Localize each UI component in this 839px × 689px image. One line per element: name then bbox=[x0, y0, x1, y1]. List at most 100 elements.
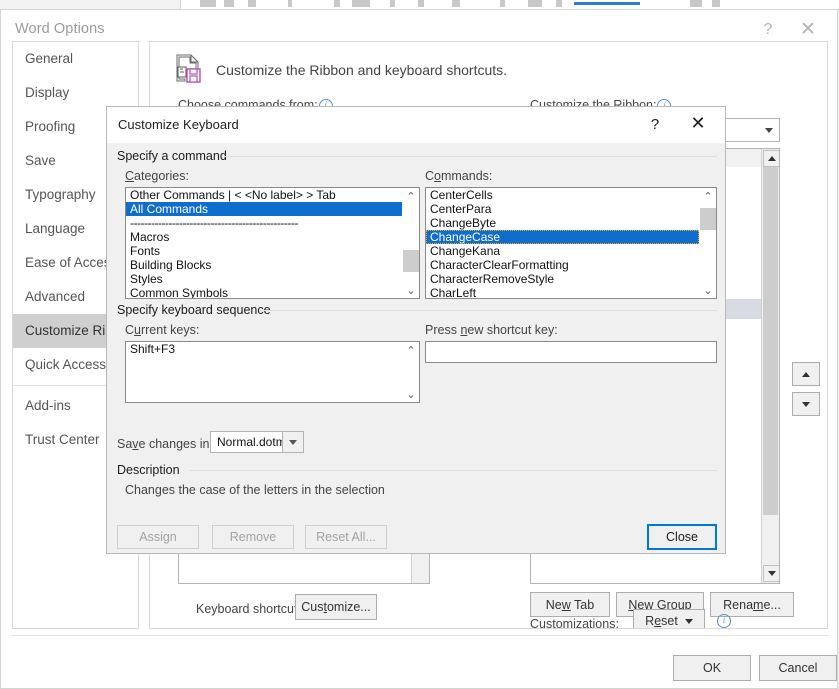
ribbon-sliver-seg bbox=[528, 0, 542, 7]
ribbon-tree-scrollbar[interactable] bbox=[761, 149, 779, 583]
scroll-up-icon[interactable] bbox=[763, 150, 779, 167]
move-up-button[interactable] bbox=[792, 362, 820, 386]
scrollbar-thumb[interactable] bbox=[763, 167, 778, 515]
list-item[interactable]: ChangeKana bbox=[426, 244, 699, 258]
ribbon-sliver-seg bbox=[690, 0, 702, 7]
categories-listbox[interactable]: Other Commands | < <No label> > Tab All … bbox=[125, 187, 420, 299]
cancel-button[interactable]: Cancel bbox=[759, 655, 837, 681]
ribbon-sliver-seg bbox=[334, 0, 340, 7]
commands-label: Commands: bbox=[425, 169, 493, 183]
ribbon-sliver-seg bbox=[418, 0, 424, 7]
customize-ribbon-icon-svg bbox=[176, 54, 201, 83]
list-item[interactable]: Styles bbox=[126, 272, 402, 286]
keyboard-shortcuts-label: Keyboard shortcuts: bbox=[196, 602, 308, 616]
press-new-shortcut-input[interactable] bbox=[425, 341, 717, 363]
scroll-down-icon[interactable]: ⌄ bbox=[700, 282, 716, 298]
sidebar-item-display[interactable]: Display bbox=[13, 76, 138, 110]
list-item[interactable]: CharacterRemoveStyle bbox=[426, 272, 699, 286]
press-new-shortcut-label: Press new shortcut key: bbox=[425, 323, 558, 337]
ribbon-sliver-left-pane bbox=[0, 0, 181, 9]
list-item[interactable]: ChangeByte bbox=[426, 216, 699, 230]
ribbon-sliver-seg bbox=[248, 0, 256, 7]
list-item[interactable]: Building Blocks bbox=[126, 258, 402, 272]
ribbon-sliver-seg bbox=[390, 0, 395, 7]
list-item[interactable]: ----------------------------------------… bbox=[126, 216, 402, 230]
move-down-button[interactable] bbox=[792, 392, 820, 416]
assign-button-label: Assign bbox=[139, 530, 177, 544]
scroll-down-icon[interactable] bbox=[763, 565, 779, 582]
list-item[interactable]: CenterCells bbox=[426, 188, 699, 202]
commands-listbox[interactable]: CenterCells CenterPara ChangeByte Change… bbox=[425, 187, 717, 299]
current-keys-value[interactable]: Shift+F3 bbox=[126, 342, 402, 356]
save-changes-in-label: Save changes in: bbox=[117, 437, 213, 451]
close-icon[interactable]: ✕ bbox=[685, 113, 711, 137]
ribbon-sliver-seg bbox=[500, 0, 505, 7]
description-group-label: Description bbox=[117, 463, 186, 477]
current-keys-listbox[interactable]: Shift+F3 ⌃ ⌄ bbox=[125, 341, 420, 403]
categories-label: Categories: bbox=[125, 169, 189, 183]
ribbon-sliver-seg bbox=[556, 0, 562, 7]
list-item[interactable]: CharLeft bbox=[426, 286, 699, 298]
list-item[interactable]: Fonts bbox=[126, 244, 402, 258]
scrollbar-thumb[interactable] bbox=[700, 208, 716, 230]
list-item[interactable]: Other Commands | < <No label> > Tab bbox=[126, 188, 402, 202]
cancel-button-label: Cancel bbox=[778, 661, 818, 675]
scroll-down-icon[interactable]: ⌄ bbox=[403, 282, 419, 298]
reset-all-button[interactable]: Reset All... bbox=[305, 525, 387, 549]
close-icon[interactable]: ✕ bbox=[795, 18, 821, 42]
footer-divider bbox=[12, 635, 828, 636]
current-keys-scrollbar[interactable]: ⌃ ⌄ bbox=[402, 342, 419, 402]
ribbon-sliver-seg bbox=[452, 0, 460, 7]
list-item-selected[interactable]: All Commands bbox=[126, 202, 402, 216]
list-item[interactable]: Macros bbox=[126, 230, 402, 244]
remove-button-label: Remove bbox=[229, 530, 277, 544]
ribbon-sliver-seg bbox=[712, 0, 720, 7]
new-tab-button[interactable]: New Tab bbox=[530, 592, 610, 617]
description-text: Changes the case of the letters in the s… bbox=[125, 483, 385, 497]
group-divider bbox=[189, 470, 717, 471]
chevron-down-icon[interactable] bbox=[759, 119, 779, 141]
info-icon[interactable]: i bbox=[717, 614, 731, 628]
help-icon[interactable]: ? bbox=[643, 113, 667, 137]
list-item[interactable]: Common Symbols bbox=[126, 286, 402, 298]
specify-command-group-label: Specify a command bbox=[117, 149, 233, 163]
customize-ribbon-icon bbox=[174, 54, 204, 86]
screen-root: Word Options ? ✕ General Display Proofin… bbox=[0, 0, 839, 689]
new-tab-button-label: New Tab bbox=[545, 597, 595, 612]
scrollbar-thumb[interactable] bbox=[403, 250, 419, 272]
customize-keyboard-dialog: Customize Keyboard ? ✕ Specify a command… bbox=[106, 106, 726, 554]
sidebar-item-general[interactable]: General bbox=[13, 42, 138, 76]
group-divider bbox=[259, 310, 717, 311]
assign-button[interactable]: Assign bbox=[117, 525, 199, 549]
close-button-label: Close bbox=[666, 530, 698, 544]
categories-list-items: Other Commands | < <No label> > Tab All … bbox=[126, 188, 402, 298]
chevron-down-icon[interactable] bbox=[684, 618, 693, 624]
remove-button[interactable]: Remove bbox=[212, 525, 294, 549]
ok-button[interactable]: OK bbox=[673, 655, 751, 681]
content-header-text: Customize the Ribbon and keyboard shortc… bbox=[216, 62, 508, 78]
scroll-up-icon[interactable]: ⌃ bbox=[700, 188, 716, 204]
close-button[interactable]: Close bbox=[647, 524, 717, 550]
scroll-up-icon[interactable]: ⌃ bbox=[403, 342, 419, 358]
window-title: Word Options bbox=[15, 21, 105, 37]
scroll-down-icon[interactable]: ⌄ bbox=[403, 386, 419, 402]
content-header: Customize the Ribbon and keyboard shortc… bbox=[174, 54, 507, 86]
customize-keyboard-button-label: Customize... bbox=[301, 600, 371, 614]
commands-list-items: CenterCells CenterPara ChangeByte Change… bbox=[426, 188, 699, 298]
reset-button[interactable]: Reset bbox=[633, 609, 705, 628]
categories-scrollbar[interactable]: ⌃ ⌄ bbox=[402, 188, 419, 298]
specify-sequence-group-label: Specify keyboard sequence bbox=[117, 303, 277, 317]
commands-scrollbar[interactable]: ⌃ ⌄ bbox=[699, 188, 716, 298]
help-icon[interactable]: ? bbox=[755, 18, 781, 42]
scroll-up-icon[interactable]: ⌃ bbox=[403, 188, 419, 204]
dialog-title: Customize Keyboard bbox=[118, 117, 239, 132]
chevron-down-icon[interactable] bbox=[282, 432, 303, 452]
group-divider bbox=[223, 156, 717, 157]
list-item-selected[interactable]: ChangeCase bbox=[426, 230, 699, 244]
list-item[interactable]: CharacterClearFormatting bbox=[426, 258, 699, 272]
ribbon-sliver-seg bbox=[224, 0, 234, 7]
list-item[interactable]: CenterPara bbox=[426, 202, 699, 216]
current-keys-items: Shift+F3 bbox=[126, 342, 402, 402]
customize-keyboard-button[interactable]: Customize... bbox=[295, 594, 377, 620]
save-changes-in-combobox[interactable]: Normal.dotm bbox=[210, 431, 304, 453]
